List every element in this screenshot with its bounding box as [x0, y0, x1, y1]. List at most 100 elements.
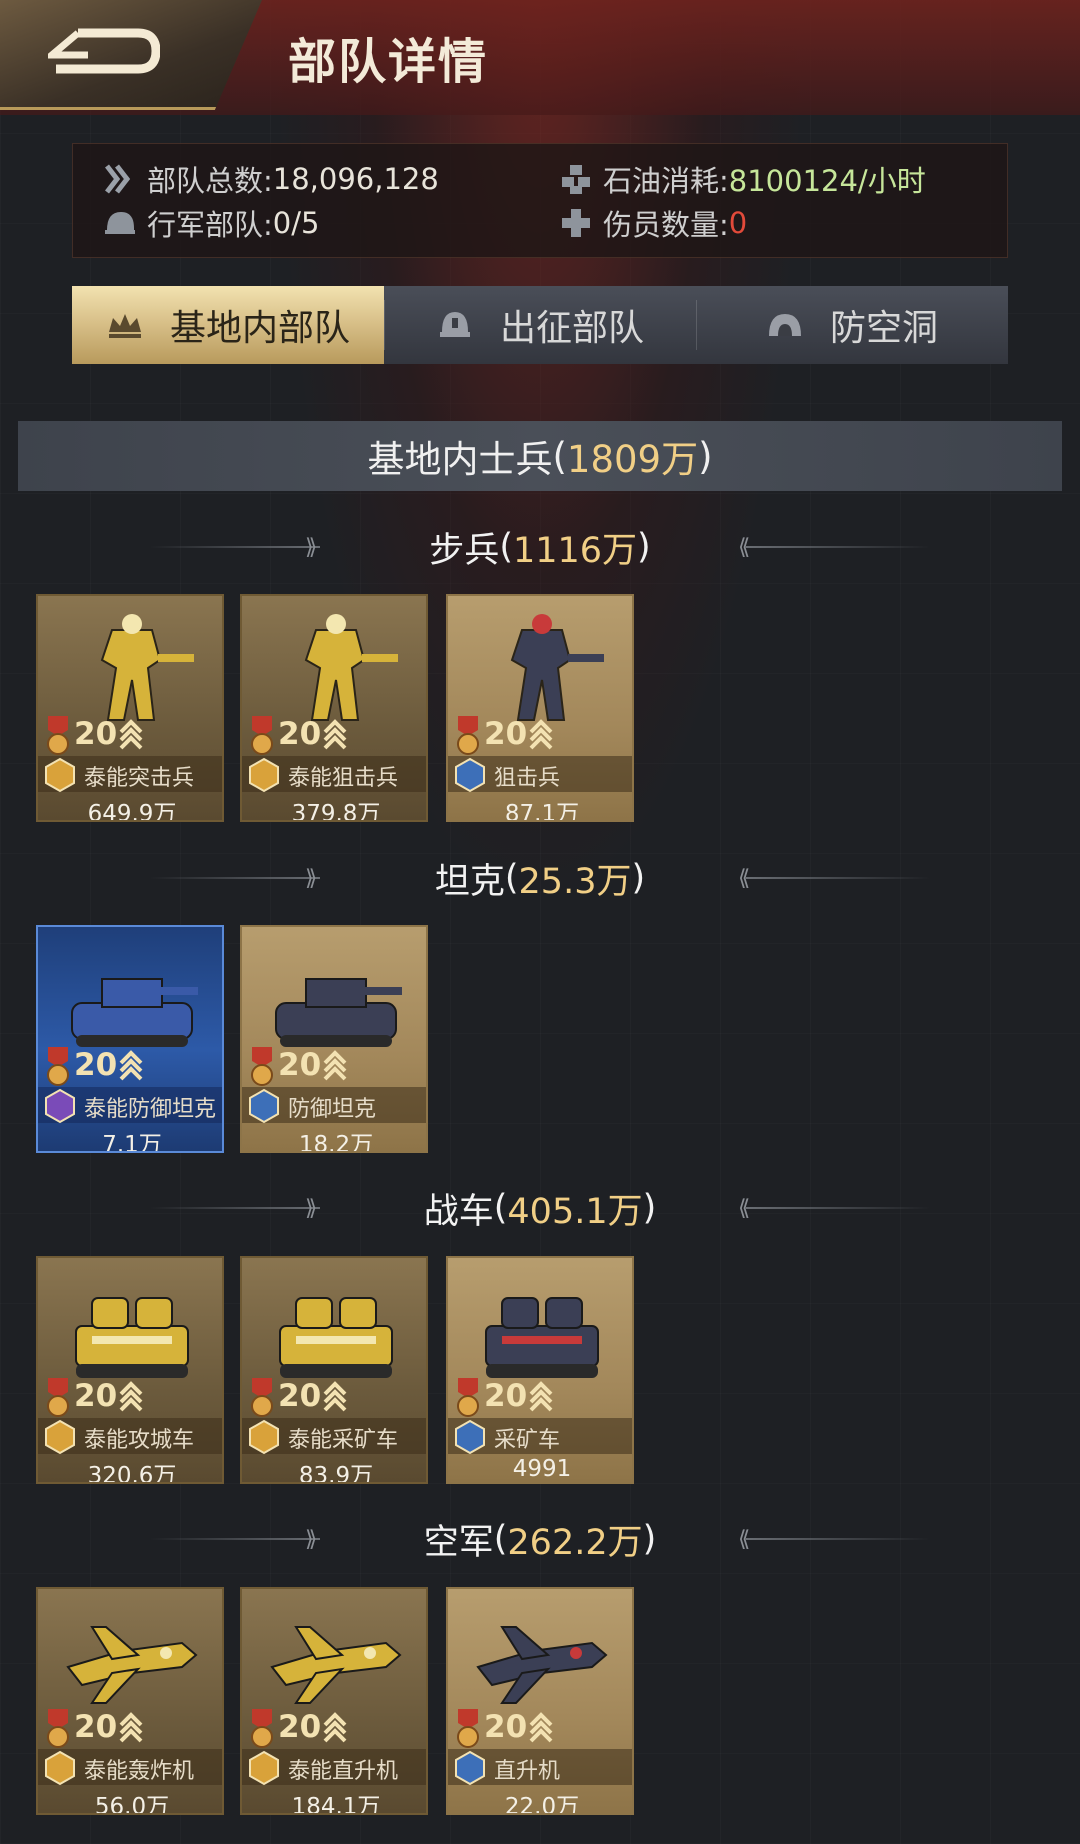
tab-expedition-troops[interactable]: 出征部队 — [384, 286, 696, 364]
stat-march: 行军部队: 0/5 — [103, 202, 319, 244]
stat-march-value: 0/5 — [272, 206, 320, 240]
tier-badge-icon — [455, 1750, 485, 1786]
unit-name: 泰能防御坦克 — [84, 1097, 217, 1122]
rank-chevron-icon — [119, 1050, 143, 1081]
unit-card[interactable]: 20 泰能狙击兵 379.8万 — [240, 594, 428, 822]
helmet-icon — [105, 212, 135, 234]
tab-bar: 基地内部队 出征部队 防空洞 — [72, 286, 1008, 364]
back-arrow-icon — [48, 28, 160, 74]
unit-count: 4991 — [512, 1456, 572, 1482]
helmet-icon — [439, 312, 470, 337]
unit-level: 20 — [74, 1047, 118, 1083]
divider-left — [150, 1538, 320, 1540]
category-header: ⟫坦克(25.3万)⟪ — [0, 853, 1080, 903]
unit-level: 20 — [74, 716, 118, 752]
chevron-right-icon: ⟫ — [305, 866, 318, 891]
unit-name: 直升机 — [494, 1759, 561, 1784]
tier-badge-icon — [249, 1088, 279, 1124]
medical-cross-icon — [562, 209, 590, 237]
unit-card[interactable]: 20 泰能攻城车 320.6万 — [36, 1256, 224, 1484]
unit-count: 184.1万 — [291, 1794, 381, 1815]
unit-name: 泰能直升机 — [288, 1759, 399, 1784]
unit-card[interactable]: 20 泰能采矿车 83.9万 — [240, 1256, 428, 1484]
unit-count: 649.9万 — [87, 801, 177, 822]
unit-card[interactable]: 20 泰能轰炸机 56.0万 — [36, 1587, 224, 1815]
medal-icon — [457, 716, 479, 755]
page-title: 部队详情 — [288, 34, 489, 90]
category-value: 25.3万 — [518, 861, 632, 902]
unit-card[interactable]: 20 泰能直升机 184.1万 — [240, 1587, 428, 1815]
unit-level: 20 — [278, 1047, 322, 1083]
chevron-right-icon: ⟫ — [305, 535, 318, 560]
unit-card[interactable]: 20 防御坦克 18.2万 — [240, 925, 428, 1153]
medal-icon — [47, 1378, 69, 1417]
medal-icon — [251, 1047, 273, 1086]
rank-chevron-icon — [323, 719, 347, 750]
unit-name: 泰能采矿车 — [288, 1428, 399, 1453]
unit-level: 20 — [278, 1709, 322, 1745]
stat-oil: 石油消耗: 8100124/小时 — [559, 158, 926, 200]
divider-right — [745, 1538, 930, 1540]
rank-chevron-icon — [529, 719, 553, 750]
stat-march-label: 行军部队: — [147, 208, 273, 242]
unit-count: 18.2万 — [298, 1132, 374, 1153]
unit-card[interactable]: 20 狙击兵 87.1万 — [446, 594, 634, 822]
tab-base-troops[interactable]: 基地内部队 — [72, 286, 384, 364]
stat-total-label: 部队总数: — [147, 164, 273, 198]
medal-icon — [47, 1047, 69, 1086]
unit-level: 20 — [74, 1709, 118, 1745]
rank-chevron-icon — [323, 1050, 347, 1081]
unit-name: 泰能狙击兵 — [288, 766, 399, 791]
medal-icon — [251, 1709, 273, 1748]
tab-bunker[interactable]: 防空洞 — [696, 286, 1008, 364]
chevron-right-icon: ⟫ — [305, 1196, 318, 1221]
banner-value: 1809万 — [566, 438, 699, 481]
unit-card[interactable]: 20 直升机 22.0万 — [446, 1587, 634, 1815]
stat-total-value: 18,096,128 — [272, 162, 439, 196]
category-name: 空军 — [423, 1522, 494, 1563]
unit-card[interactable]: 20 泰能防御坦克 7.1万 — [36, 925, 224, 1153]
rank-chevron-icon — [323, 1381, 347, 1412]
back-button[interactable] — [0, 0, 262, 110]
unit-level: 20 — [484, 1709, 528, 1745]
divider-left — [150, 546, 320, 548]
bunker-icon — [768, 314, 801, 336]
stat-wounded: 伤员数量: 0 — [559, 202, 747, 244]
unit-card[interactable]: 20 泰能突击兵 649.9万 — [36, 594, 224, 822]
unit-level: 20 — [484, 1378, 528, 1414]
unit-card[interactable]: 20 采矿车 4991 — [446, 1256, 634, 1484]
rank-chevron-icon — [529, 1712, 553, 1743]
medal-icon — [457, 1709, 479, 1748]
category-value: 405.1万 — [507, 1191, 643, 1232]
unit-name: 采矿车 — [494, 1428, 561, 1453]
tab-label: 防空洞 — [829, 308, 938, 349]
banner-label: 基地内士兵 — [367, 438, 553, 481]
stat-wounded-label: 伤员数量: — [603, 208, 729, 242]
tier-badge-icon — [45, 1088, 75, 1124]
unit-name: 泰能突击兵 — [84, 766, 195, 791]
category-header: ⟫空军(262.2万)⟪ — [0, 1514, 1080, 1564]
tier-badge-icon — [45, 1419, 75, 1455]
divider-left — [150, 877, 320, 879]
stat-oil-value: 8100124/小时 — [728, 164, 926, 198]
tier-badge-icon — [45, 1750, 75, 1786]
tier-badge-icon — [45, 757, 75, 793]
medal-icon — [251, 1378, 273, 1417]
tab-label: 基地内部队 — [169, 308, 350, 349]
rank-chevron-icon — [119, 1712, 143, 1743]
troops-icon — [105, 164, 131, 194]
stat-oil-label: 石油消耗: — [603, 164, 729, 198]
tier-badge-icon — [455, 757, 485, 793]
rank-chevron-icon — [323, 1712, 347, 1743]
unit-name: 防御坦克 — [288, 1097, 377, 1122]
category-name: 战车 — [423, 1191, 494, 1232]
category-header: ⟫步兵(1116万)⟪ — [0, 522, 1080, 572]
divider-left — [150, 1207, 320, 1209]
tier-badge-icon — [249, 1750, 279, 1786]
unit-count: 56.0万 — [94, 1794, 170, 1815]
stat-wounded-value: 0 — [728, 206, 748, 240]
medal-icon — [47, 1709, 69, 1748]
divider-right — [745, 877, 930, 879]
unit-name: 泰能攻城车 — [84, 1428, 195, 1453]
unit-level: 20 — [74, 1378, 118, 1414]
